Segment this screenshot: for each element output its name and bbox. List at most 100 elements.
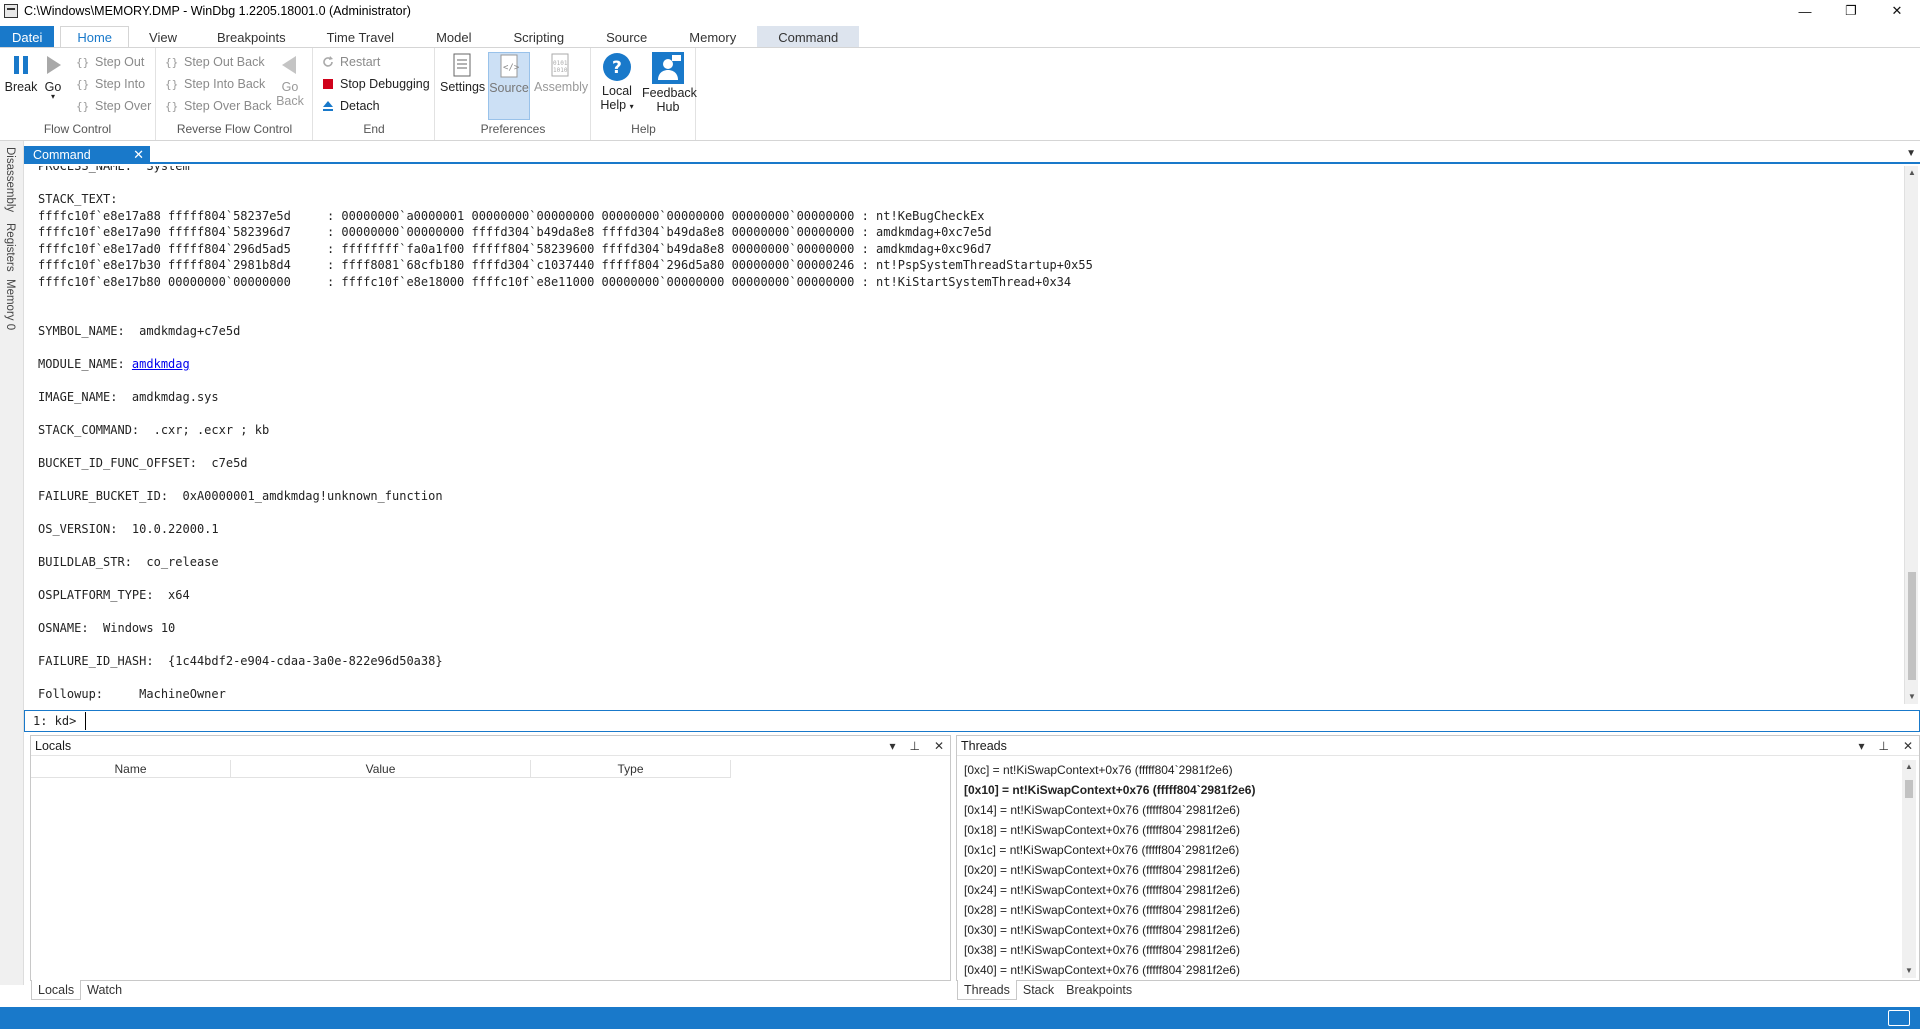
- svg-text:{}: {}: [165, 56, 178, 69]
- go-button[interactable]: Go ▾: [38, 52, 68, 101]
- threads-scrollbar[interactable]: ▲ ▼: [1902, 760, 1916, 978]
- thread-item[interactable]: [0x1c] = nt!KiSwapContext+0x76 (fffff804…: [964, 840, 1255, 860]
- command-output-text: PROCESS_NAME: System STACK_TEXT: ffffc10f…: [38, 166, 1093, 703]
- tab-breakpoints[interactable]: Breakpoints: [197, 26, 306, 48]
- close-button[interactable]: ✕: [1874, 0, 1920, 22]
- stop-debugging-button[interactable]: Stop Debugging: [321, 74, 430, 94]
- step-out-label: Step Out: [95, 55, 145, 69]
- assembly-button[interactable]: 0101 1010 Assembly: [534, 52, 588, 94]
- svg-text:{}: {}: [165, 100, 178, 113]
- step-over-icon: {}: [76, 99, 90, 113]
- locals-tabs: Locals Watch: [31, 980, 128, 1000]
- thread-item[interactable]: [0x20] = nt!KiSwapContext+0x76 (fffff804…: [964, 860, 1255, 880]
- threads-menu-icon[interactable]: ▾: [1858, 736, 1864, 756]
- locals-pin-icon[interactable]: ⊥: [909, 736, 919, 756]
- step-over-button[interactable]: {} Step Over: [76, 96, 151, 116]
- tab-stack[interactable]: Stack: [1017, 980, 1060, 1000]
- command-output[interactable]: PROCESS_NAME: System STACK_TEXT: ffffc10f…: [24, 166, 1904, 703]
- tab-model[interactable]: Model: [415, 26, 492, 48]
- local-help-dropdown-icon: ▾: [629, 102, 634, 111]
- threads-scroll-up-icon[interactable]: ▲: [1902, 760, 1916, 774]
- rail-tab-disassembly[interactable]: Disassembly: [4, 147, 16, 212]
- command-tab[interactable]: Command ✕: [24, 146, 150, 164]
- feedback-hub-button[interactable]: Feedback Hub: [642, 52, 697, 114]
- pause-icon: [9, 52, 33, 78]
- threads-title: Threads: [961, 739, 1007, 753]
- break-button[interactable]: Break: [4, 52, 38, 94]
- tab-home[interactable]: Home: [60, 26, 130, 48]
- step-out-icon: {}: [76, 55, 90, 69]
- step-out-back-icon: {}: [165, 55, 179, 69]
- step-into-button[interactable]: {} Step Into: [76, 74, 145, 94]
- tab-datei[interactable]: Datei: [0, 26, 55, 48]
- thread-item[interactable]: [0x10] = nt!KiSwapContext+0x76 (fffff804…: [964, 780, 1255, 800]
- pane-menu-icon[interactable]: ▼: [1906, 148, 1916, 159]
- tab-threads[interactable]: Threads: [957, 980, 1017, 1000]
- play-icon: [41, 52, 65, 78]
- tab-memory[interactable]: Memory: [668, 26, 757, 48]
- column-name[interactable]: Name: [31, 760, 231, 778]
- scroll-up-icon[interactable]: ▲: [1905, 166, 1919, 180]
- minimize-button[interactable]: —: [1782, 0, 1828, 22]
- window-title: C:\Windows\MEMORY.DMP - WinDbg 1.2205.18…: [24, 4, 411, 18]
- tab-breakpoints-panel[interactable]: Breakpoints: [1060, 980, 1138, 1000]
- restart-button[interactable]: Restart: [321, 52, 380, 72]
- scroll-thumb[interactable]: [1908, 572, 1916, 680]
- close-command-tab-icon[interactable]: ✕: [133, 146, 144, 164]
- thread-item[interactable]: [0x28] = nt!KiSwapContext+0x76 (fffff804…: [964, 900, 1255, 920]
- rail-tab-registers[interactable]: Registers: [4, 223, 16, 272]
- step-over-back-button[interactable]: {} Step Over Back: [165, 96, 272, 116]
- locals-menu-icon[interactable]: ▾: [889, 736, 895, 756]
- output-line: STACK_COMMAND: .cxr; .ecxr ; kb: [38, 423, 270, 437]
- tab-scripting[interactable]: Scripting: [493, 26, 586, 48]
- command-tab-label: Command: [33, 148, 91, 162]
- thread-item[interactable]: [0x24] = nt!KiSwapContext+0x76 (fffff804…: [964, 880, 1255, 900]
- svg-text:{}: {}: [165, 78, 178, 91]
- threads-close-icon[interactable]: ✕: [1903, 736, 1913, 756]
- scroll-down-icon[interactable]: ▼: [1905, 690, 1919, 704]
- threads-pin-icon[interactable]: ⊥: [1878, 736, 1888, 756]
- thread-item[interactable]: [0x18] = nt!KiSwapContext+0x76 (fffff804…: [964, 820, 1255, 840]
- local-help-button[interactable]: ? Local Help ▾: [594, 52, 640, 112]
- threads-scroll-thumb[interactable]: [1905, 780, 1913, 798]
- locals-panel: Locals ▾ ⊥ ✕ Name Value Type Locals Watc…: [30, 735, 951, 1000]
- module-name-link[interactable]: amdkmdag: [132, 357, 190, 371]
- source-button[interactable]: </> Source: [488, 52, 530, 120]
- thread-item[interactable]: [0x40] = nt!KiSwapContext+0x76 (fffff804…: [964, 960, 1255, 980]
- locals-close-icon[interactable]: ✕: [934, 736, 944, 756]
- command-input[interactable]: [85, 712, 1905, 730]
- go-back-icon: [278, 52, 302, 78]
- feedback-chat-icon[interactable]: [1888, 1010, 1910, 1026]
- tab-time-travel[interactable]: Time Travel: [306, 26, 415, 48]
- local-help-label-1: Local: [602, 84, 632, 98]
- output-line: ffffc10f`e8e17b30 fffff804`2981b8d4 : ff…: [38, 258, 1093, 272]
- column-type[interactable]: Type: [531, 760, 731, 778]
- thread-item[interactable]: [0x38] = nt!KiSwapContext+0x76 (fffff804…: [964, 940, 1255, 960]
- locals-title: Locals: [35, 739, 72, 753]
- left-tool-rail: Disassembly Registers Memory 0: [0, 141, 24, 985]
- step-out-button[interactable]: {} Step Out: [76, 52, 144, 72]
- source-label: Source: [489, 81, 529, 95]
- thread-item[interactable]: [0x30] = nt!KiSwapContext+0x76 (fffff804…: [964, 920, 1255, 940]
- thread-item[interactable]: [0xc] = nt!KiSwapContext+0x76 (fffff804`…: [964, 760, 1255, 780]
- output-line: ffffc10f`e8e17b80 00000000`00000000 : ff…: [38, 274, 1072, 289]
- tab-locals[interactable]: Locals: [31, 980, 82, 1000]
- step-into-back-button[interactable]: {} Step Into Back: [165, 74, 265, 94]
- step-out-back-button[interactable]: {} Step Out Back: [165, 52, 265, 72]
- command-scrollbar[interactable]: ▲ ▼: [1904, 166, 1918, 704]
- tab-watch[interactable]: Watch: [81, 980, 128, 1000]
- tab-source[interactable]: Source: [585, 26, 668, 48]
- threads-scroll-down-icon[interactable]: ▼: [1902, 964, 1916, 978]
- maximize-button[interactable]: ❐: [1828, 0, 1874, 22]
- go-back-button[interactable]: Go Back: [273, 52, 307, 108]
- thread-item[interactable]: [0x14] = nt!KiSwapContext+0x76 (fffff804…: [964, 800, 1255, 820]
- tab-view[interactable]: View: [129, 26, 197, 48]
- tab-command[interactable]: Command: [757, 26, 860, 48]
- settings-button[interactable]: Settings: [440, 52, 485, 94]
- column-value[interactable]: Value: [231, 760, 531, 778]
- step-into-back-label: Step Into Back: [184, 77, 266, 91]
- rail-tab-memory[interactable]: Memory 0: [4, 279, 16, 330]
- detach-button[interactable]: Detach: [321, 96, 380, 116]
